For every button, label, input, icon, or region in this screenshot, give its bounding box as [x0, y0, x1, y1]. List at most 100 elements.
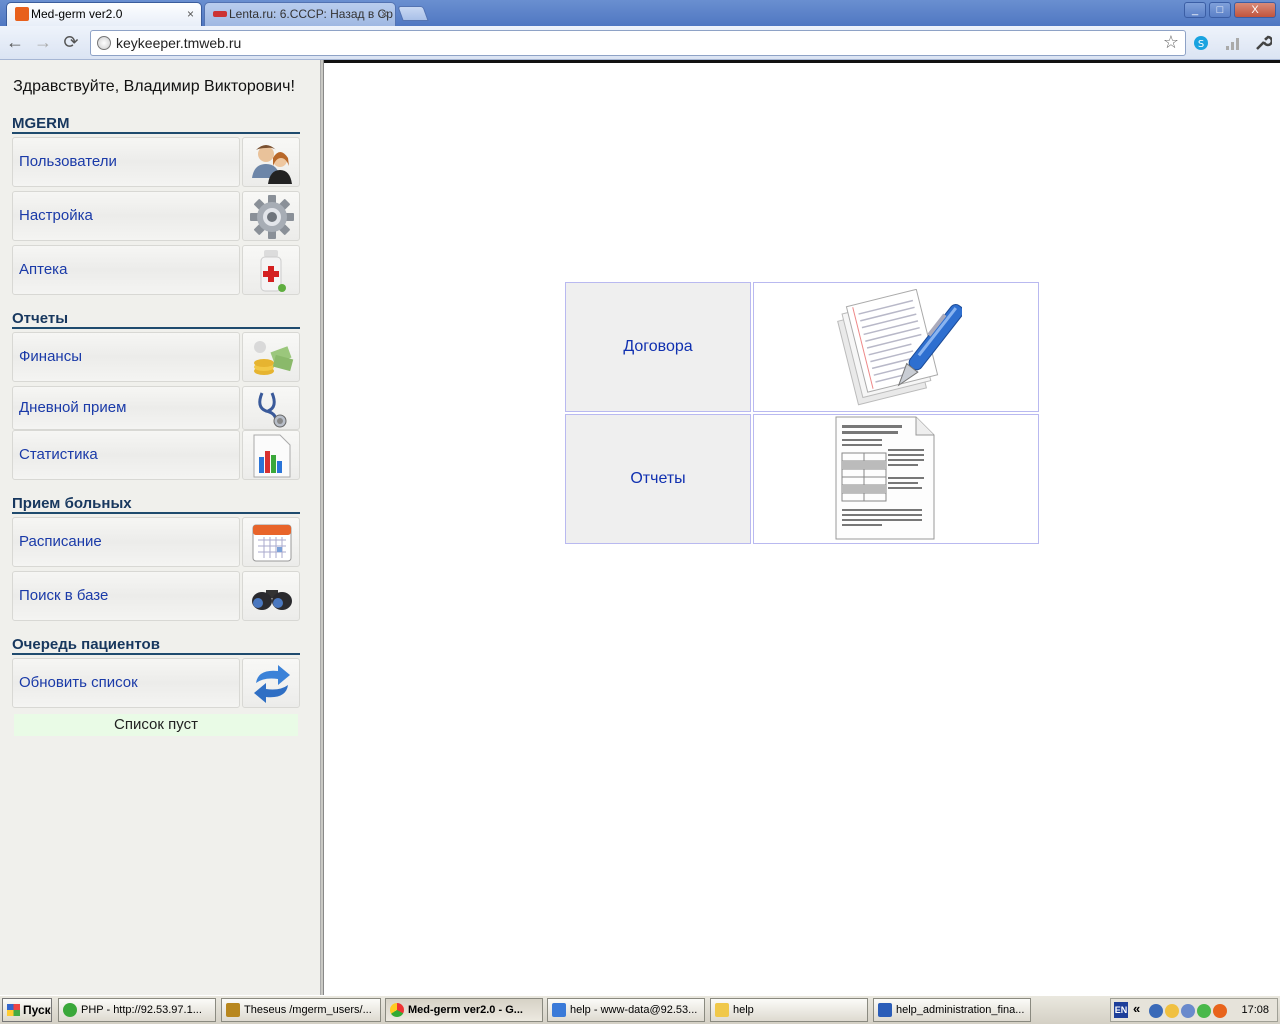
browser-toolbar: ← → ⟳ keykeeper.tmweb.ru ☆ S — [0, 26, 1280, 60]
back-button[interactable]: ← — [4, 32, 26, 54]
sidebar-item-refresh-list[interactable]: Обновить список — [12, 658, 300, 708]
new-tab-button[interactable] — [397, 6, 429, 21]
taskbar-item-help-doc[interactable]: help_administration_fina... — [873, 998, 1031, 1022]
clock: 17:08 — [1241, 1004, 1269, 1016]
taskbar-item-help-terminal[interactable]: help - www-data@92.53... — [547, 998, 705, 1022]
taskbar-item-php[interactable]: PHP - http://92.53.97.1... — [58, 998, 216, 1022]
sidebar-item-database-search[interactable]: Поиск в базе — [12, 571, 300, 621]
taskbar-item-label: help_administration_fina... — [896, 1004, 1025, 1016]
calendar-icon — [252, 524, 292, 562]
skype-icon[interactable]: S — [1192, 34, 1210, 52]
bar-chart-icon-button[interactable] — [242, 430, 300, 480]
sidebar-item-label[interactable]: Обновить список — [12, 658, 240, 708]
gear-icon-button[interactable] — [242, 191, 300, 241]
sidebar-item-users[interactable]: Пользователи — [12, 137, 300, 187]
start-button[interactable]: Пуск — [2, 998, 52, 1022]
forward-button[interactable]: → — [32, 32, 54, 54]
tray-expand-icon[interactable]: « — [1133, 1001, 1140, 1016]
wrench-icon[interactable] — [1254, 34, 1272, 52]
address-url[interactable]: keykeeper.tmweb.ru — [116, 35, 241, 51]
update-icon[interactable] — [1213, 1004, 1227, 1018]
svg-text:S: S — [1198, 39, 1204, 50]
sidebar-item-label[interactable]: Расписание — [12, 517, 240, 567]
sidebar-item-statistics[interactable]: Статистика — [12, 430, 300, 480]
money-icon-button[interactable] — [242, 332, 300, 382]
users-icon-button[interactable] — [242, 137, 300, 187]
refresh-icon-button[interactable] — [242, 658, 300, 708]
windows-logo-icon — [7, 1004, 20, 1016]
connection-icon[interactable] — [1181, 1004, 1195, 1018]
maximize-button[interactable]: □ — [1209, 2, 1231, 18]
address-bar[interactable]: keykeeper.tmweb.ru ☆ — [90, 30, 1186, 56]
med-germ-favicon-icon — [15, 7, 29, 21]
tab-title: Med-germ ver2.0 — [31, 7, 123, 21]
page-viewport: Здравствуйте, Владимир Викторович! MGERM… — [0, 60, 1280, 995]
language-indicator[interactable]: EN — [1114, 1002, 1128, 1018]
tab-lenta[interactable]: Lenta.ru: 6.СССР: Назад в Ср × — [204, 2, 396, 26]
close-tab-icon[interactable]: × — [187, 3, 194, 25]
section-title-patient-queue: Очередь пациентов — [12, 637, 300, 655]
reload-button[interactable]: ⟳ — [60, 32, 82, 54]
section-title-mgerm: MGERM — [12, 116, 300, 134]
security-icon[interactable] — [1197, 1004, 1211, 1018]
network-icon[interactable] — [1149, 1004, 1163, 1018]
medicine-icon-button[interactable] — [242, 245, 300, 295]
start-label: Пуск — [23, 1003, 51, 1017]
close-window-button[interactable]: X — [1234, 2, 1276, 18]
reports-label[interactable]: Отчеты — [566, 415, 750, 543]
main-content: Договора Отчеты — [324, 60, 1280, 995]
binoculars-icon-button[interactable] — [242, 571, 300, 621]
close-tab-icon[interactable]: × — [381, 3, 388, 25]
taskbar-item-label: PHP - http://92.53.97.1... — [81, 1004, 202, 1016]
sidebar-item-label[interactable]: Статистика — [12, 430, 240, 480]
bookmark-star-icon[interactable]: ☆ — [1163, 32, 1179, 53]
taskbar-item-help-folder[interactable]: help — [710, 998, 868, 1022]
section-title-patient-reception: Прием больных — [12, 496, 300, 514]
gear-icon — [250, 195, 294, 239]
sidebar-item-label[interactable]: Финансы — [12, 332, 240, 382]
theseus-app-icon — [226, 1003, 240, 1017]
stethoscope-icon-button[interactable] — [242, 386, 300, 430]
contracts-link[interactable]: Договора — [565, 282, 751, 412]
sidebar-item-schedule[interactable]: Расписание — [12, 517, 300, 567]
sidebar-item-finance[interactable]: Финансы — [12, 332, 300, 382]
taskbar-item-med-germ[interactable]: Med-germ ver2.0 - G... — [385, 998, 543, 1022]
contracts-image-cell[interactable] — [753, 282, 1039, 412]
messenger-icon[interactable] — [1165, 1004, 1179, 1018]
refresh-icon — [254, 665, 290, 703]
money-icon — [254, 341, 294, 375]
sidebar-item-label[interactable]: Пользователи — [12, 137, 240, 187]
tab-med-germ[interactable]: Med-germ ver2.0 × — [6, 2, 202, 26]
globe-icon — [97, 36, 111, 50]
sidebar-item-settings[interactable]: Настройка — [12, 191, 300, 241]
sidebar-item-label[interactable]: Аптека — [12, 245, 240, 295]
terminal-app-icon — [552, 1003, 566, 1017]
sidebar-item-label[interactable]: Настройка — [12, 191, 240, 241]
reports-link[interactable]: Отчеты — [565, 414, 751, 544]
contracts-label[interactable]: Договора — [566, 283, 750, 411]
reports-image-cell[interactable] — [753, 414, 1039, 544]
taskbar-item-label: help — [733, 1004, 754, 1016]
report-document-icon — [835, 416, 935, 540]
taskbar-item-theseus[interactable]: Theseus /mgerm_users/... — [221, 998, 381, 1022]
browser-tab-bar: Med-germ ver2.0 × Lenta.ru: 6.СССР: Наза… — [0, 0, 1280, 26]
sidebar-item-daily-reception[interactable]: Дневной прием — [12, 386, 300, 430]
users-icon — [252, 145, 292, 184]
browser-app-icon — [63, 1003, 77, 1017]
minimize-button[interactable]: _ — [1184, 2, 1206, 18]
sidebar: Здравствуйте, Владимир Викторович! MGERM… — [0, 60, 320, 995]
taskbar-item-label: Med-germ ver2.0 - G... — [408, 1004, 523, 1016]
sidebar-item-label[interactable]: Поиск в базе — [12, 571, 240, 621]
chrome-icon — [390, 1003, 404, 1017]
windows-taskbar: Пуск PHP - http://92.53.97.1... Theseus … — [0, 995, 1280, 1024]
queue-status-text: Список пуст — [14, 714, 298, 736]
sidebar-item-label[interactable]: Дневной прием — [12, 386, 240, 430]
lenta-favicon-icon — [213, 11, 227, 17]
greeting-text: Здравствуйте, Владимир Викторович! — [13, 78, 295, 95]
signal-icon[interactable] — [1224, 34, 1242, 52]
bar-chart-icon — [253, 434, 291, 478]
taskbar-item-label: help - www-data@92.53... — [570, 1004, 698, 1016]
sidebar-item-pharmacy[interactable]: Аптека — [12, 245, 300, 295]
taskbar-item-label: Theseus /mgerm_users/... — [244, 1004, 372, 1016]
calendar-icon-button[interactable] — [242, 517, 300, 567]
